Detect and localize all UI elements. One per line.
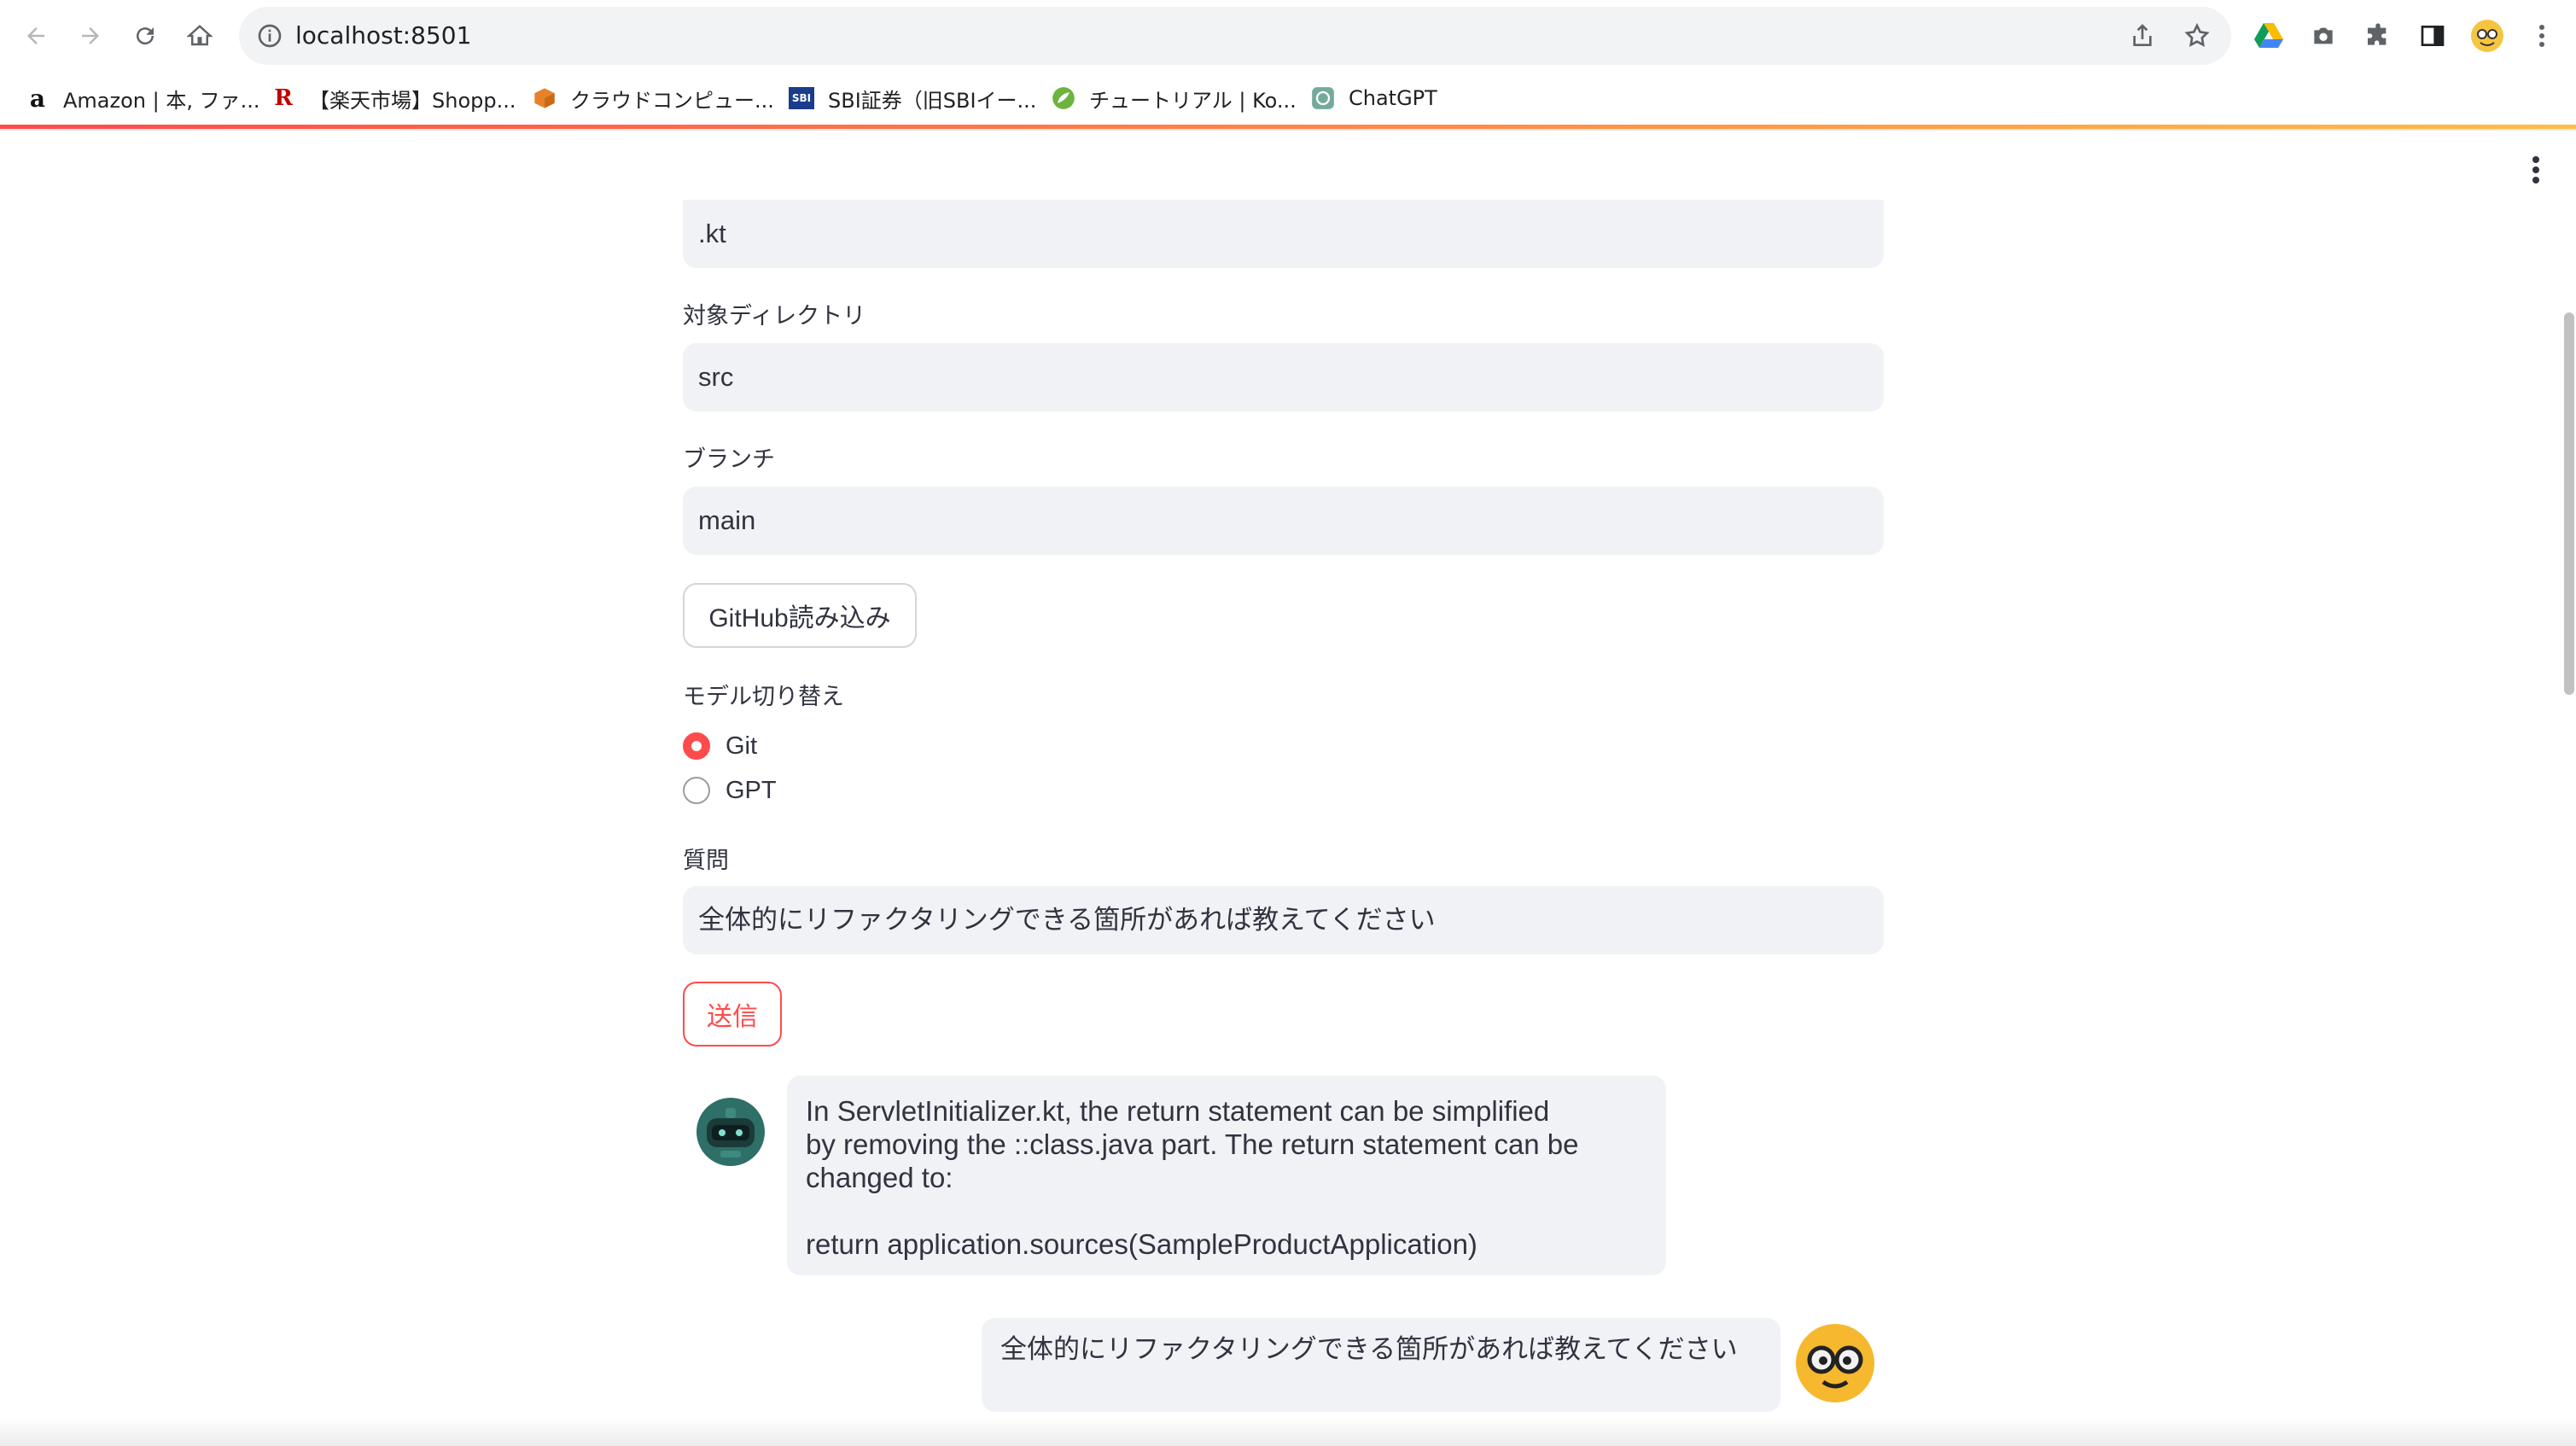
radio-label: Git [726,732,758,760]
bookmark-label: SBI証券（旧SBIイー... [828,88,1037,113]
bookmark-aws[interactable]: クラウドコンピュー... [533,80,774,116]
forward-icon[interactable] [73,19,108,53]
bookmark-label: クラウドコンピュー... [570,88,774,113]
chat-input-shadow [0,1417,2576,1446]
page-scrollbar[interactable] [2564,312,2574,695]
profile-avatar[interactable] [2468,17,2506,55]
chatgpt-icon [1311,86,1335,110]
user-avatar [1794,1322,1876,1404]
bookmark-chatgpt[interactable]: ChatGPT [1311,80,1437,116]
google-drive-icon[interactable] [2250,17,2288,55]
bookmarks-bar: a Amazon | 本, ファ... R 【楽天市場】Shopp... クラウ… [0,72,2576,125]
browser-menu-icon[interactable] [2523,17,2561,55]
bot-avatar [691,1093,770,1171]
message-line: return application.sources(SampleProduct… [806,1228,1477,1260]
bookmark-sbi[interactable]: SBI SBI証券（旧SBIイー... [789,80,1036,116]
directory-label: 対象ディレクトリ [683,303,866,329]
github-load-button[interactable]: GitHub読み込み [683,583,917,648]
message-line [806,1194,1647,1227]
radio-label: GPT [726,776,777,804]
send-button[interactable]: 送信 [683,982,782,1047]
user-message: 全体的にリファクタリングできる箇所があれば教えてください [982,1318,1780,1412]
share-icon[interactable] [2129,22,2156,53]
question-label: 質問 [683,848,729,873]
branch-label: ブランチ [683,446,775,472]
bookmark-rakuten[interactable]: R 【楽天市場】Shopp... [271,80,516,116]
directory-input[interactable]: src [683,343,1884,411]
bookmark-label: ChatGPT [1349,86,1437,110]
camera-icon[interactable] [2305,17,2342,55]
browser-toolbar: localhost:8501 [0,0,2576,72]
site-info-icon[interactable] [256,22,283,53]
bookmark-label: Amazon | 本, ファ... [63,88,260,113]
radio-option-gpt[interactable]: GPT [683,773,777,808]
message-line: by removing the ::class.java part. The r… [806,1128,1579,1160]
rakuten-icon: R [274,85,293,111]
message-line: changed to: [806,1162,953,1193]
question-input[interactable]: 全体的にリファクタリングできる箇所があれば教えてください [683,886,1884,954]
message-line: In ServletInitializer.kt, the return sta… [806,1095,1550,1127]
message-text: 全体的にリファクタリングできる箇所があれば教えてください [1000,1334,1738,1365]
bookmark-label: チュートリアル | Ko... [1089,88,1297,113]
spring-leaf-icon [1052,86,1075,110]
extension-input[interactable]: .kt [683,200,1884,268]
side-panel-icon[interactable] [2414,17,2451,55]
bot-message: In ServletInitializer.kt, the return sta… [787,1076,1666,1275]
model-switch-label: モデル切り替え [683,684,844,709]
branch-input[interactable]: main [683,487,1884,555]
bookmark-star-icon[interactable] [2183,22,2211,53]
reload-icon[interactable] [128,19,162,53]
extensions-puzzle-icon[interactable] [2359,17,2397,55]
url-text[interactable]: localhost:8501 [295,7,471,65]
home-icon[interactable] [183,19,217,53]
radio-selected-icon[interactable] [683,732,710,760]
back-icon[interactable] [19,19,53,53]
address-bar[interactable]: localhost:8501 [239,7,2231,65]
aws-cube-icon [533,86,557,110]
radio-option-git[interactable]: Git [683,729,757,763]
bookmark-tutorial[interactable]: チュートリアル | Ko... [1052,80,1297,116]
sbi-icon: SBI [789,87,814,109]
bookmark-amazon[interactable]: a Amazon | 本, ファ... [26,80,260,116]
divider [0,129,2576,131]
bookmark-label: 【楽天市場】Shopp... [309,88,516,113]
amazon-icon: a [29,84,46,113]
radio-unselected-icon[interactable] [683,777,710,804]
app-menu-icon[interactable] [2532,155,2540,188]
